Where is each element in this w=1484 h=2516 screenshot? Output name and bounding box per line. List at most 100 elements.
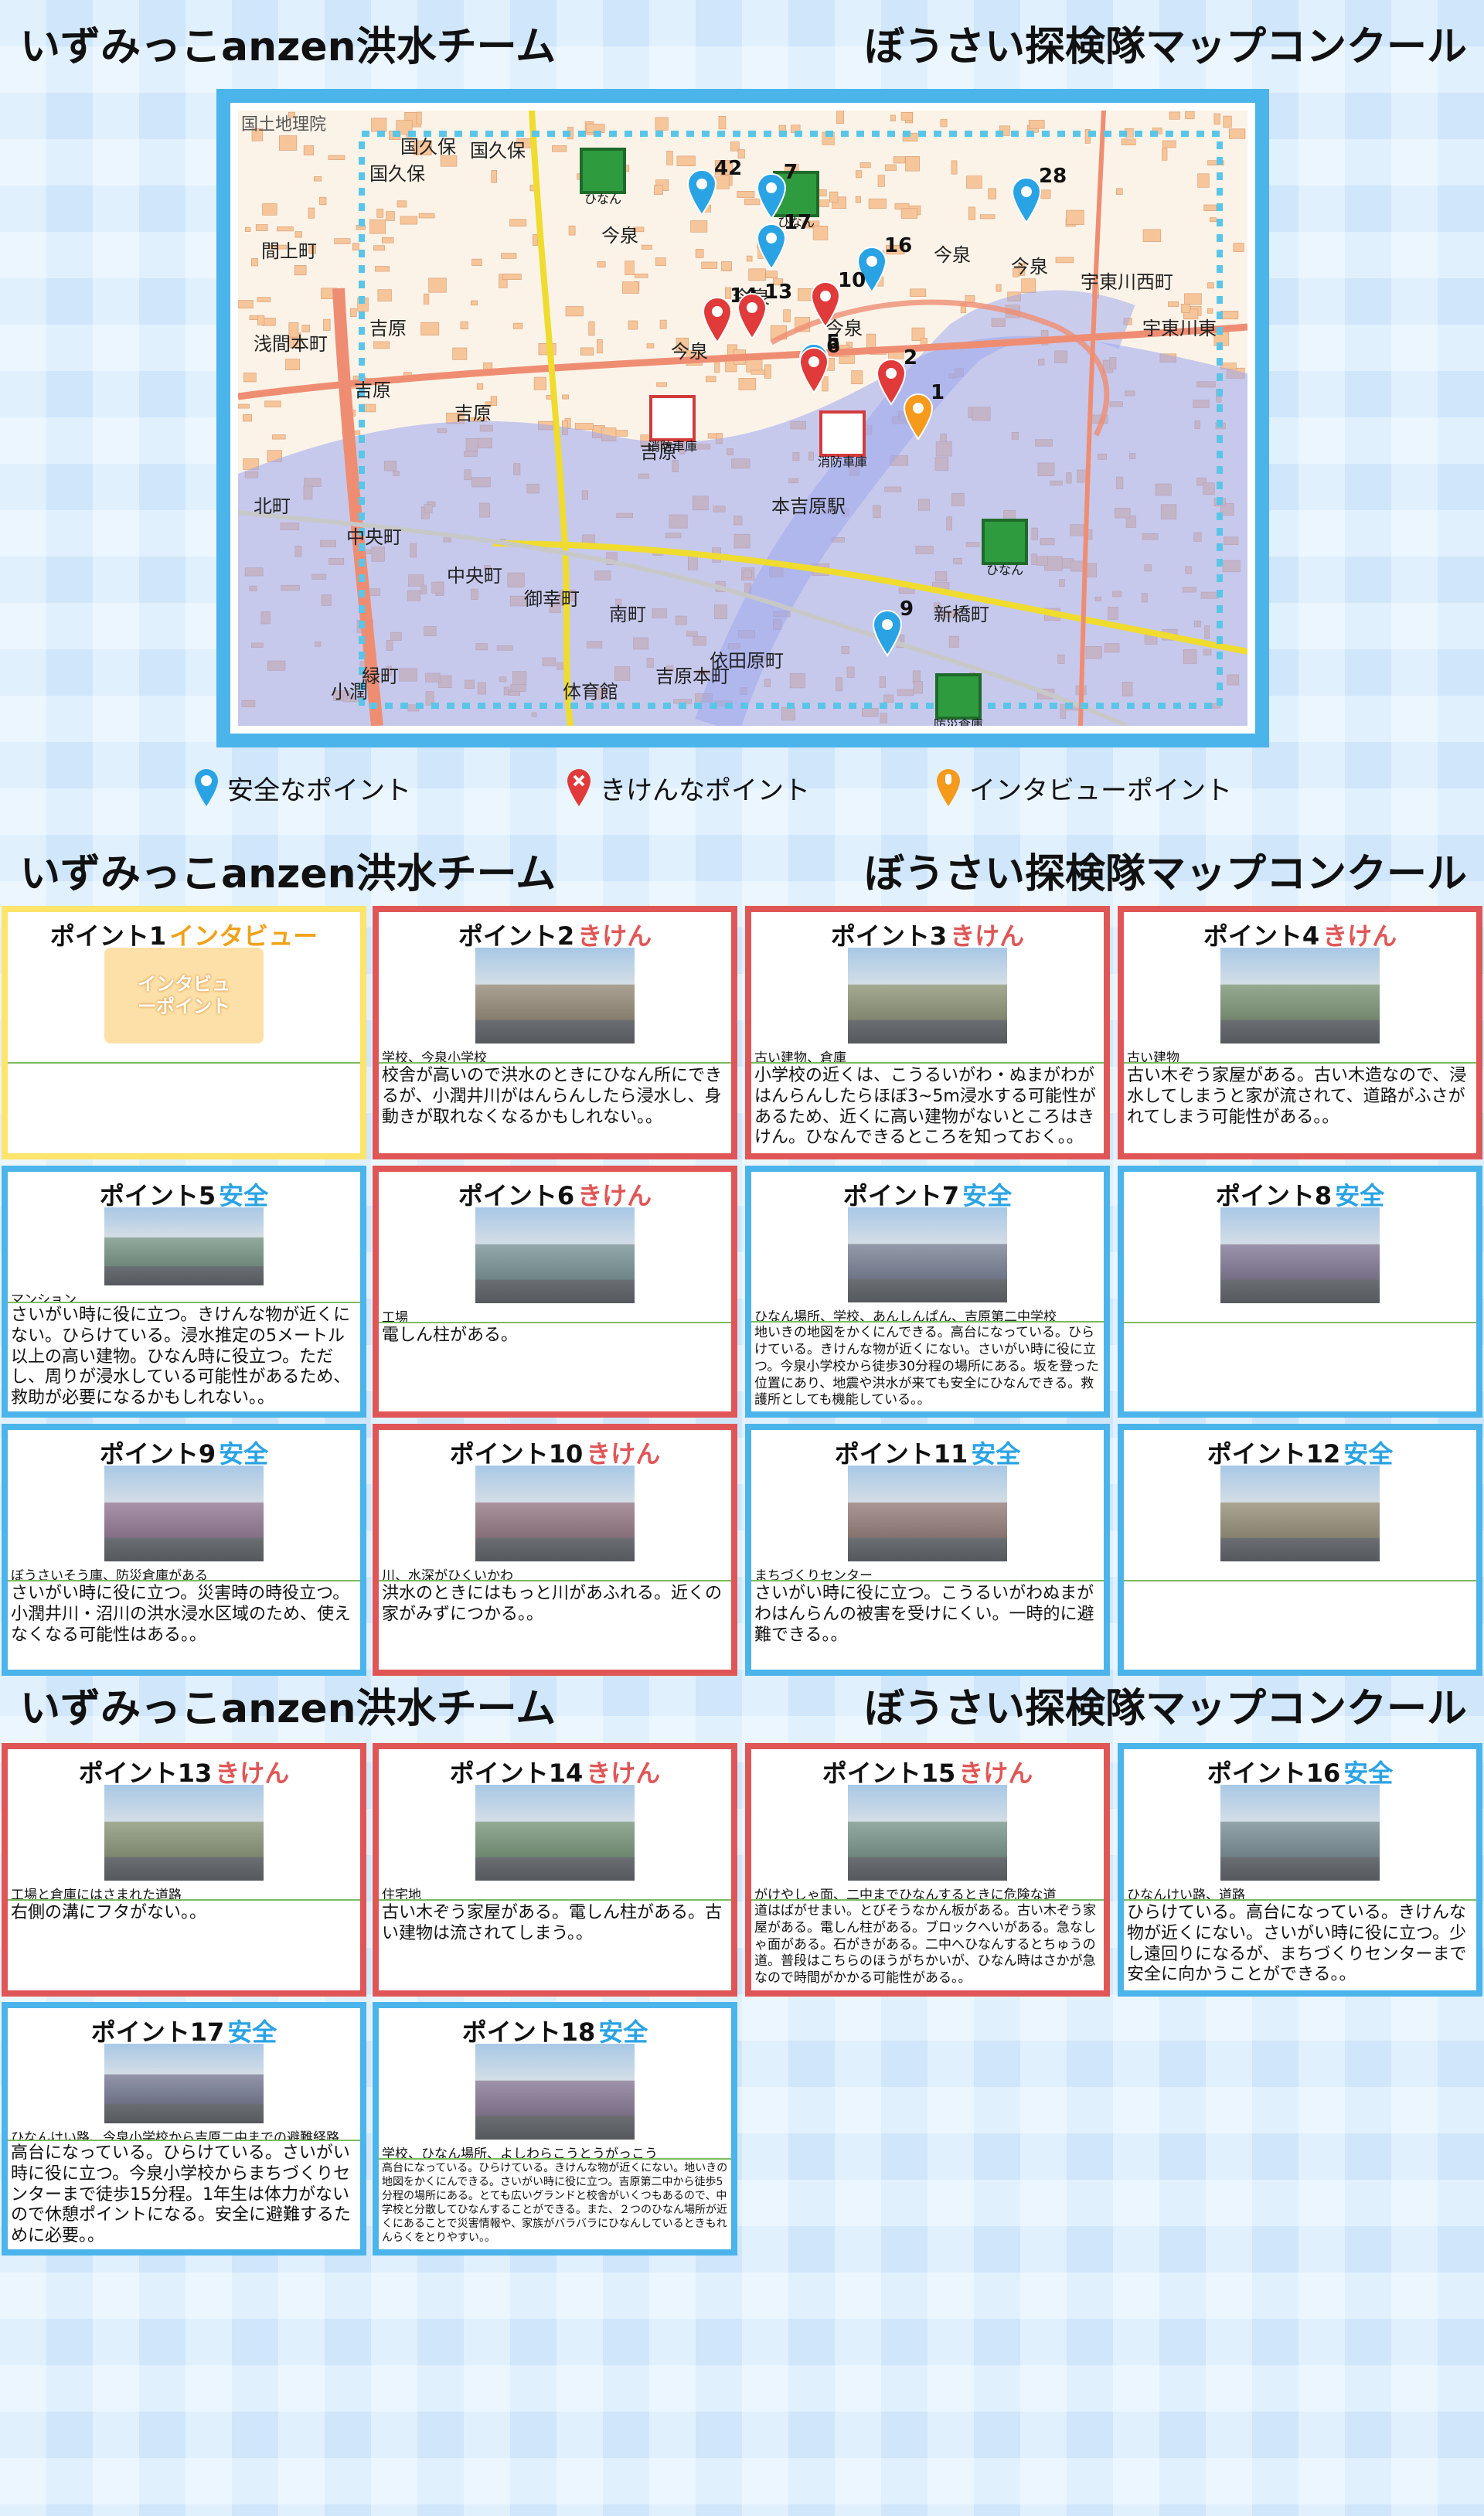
map-place-label: 中央町 [447,565,502,587]
legend-interview: インタビューポイント [935,768,1232,808]
point-category: 学校、ひなん場所、よしわらこうとうがっこう [379,2140,731,2160]
facility-label: ひなん [986,563,1023,577]
point-card[interactable]: ポイント14 きけん 住宅地 古い木ぞう家屋がある。電しん柱がある。古い建物は流されて… [373,1743,737,1997]
point-card[interactable]: ポイント5 安全 マンション さいがい時に役に立つ。きけんな物が近くにない。ひらけてい… [2,1166,366,1418]
map-place-label: 南町 [609,604,646,625]
point-number: ポイント17 [90,2017,225,2047]
point-card[interactable]: ポイント16 安全 ひなんけい路、道路 ひらけている。高台になっている。きけんな物が近… [1118,1743,1482,1997]
point-card-title: ポイント8 安全 [1124,1172,1476,1210]
map-place-label: 国久保 [369,163,425,185]
point-number: ポイント9 [99,1439,216,1469]
facility-marker[interactable]: ひなん [580,148,626,206]
map-place-label: 中央町 [346,526,402,548]
point-card[interactable]: ポイント1 インタビュー インタビュ ーポイント [2,906,366,1159]
point-kind: きけん [577,921,652,951]
point-card-title: ポイント13 きけん [8,1749,360,1788]
facility-marker[interactable]: 防災倉庫 [934,673,983,726]
map-pin-number: 9 [900,598,914,621]
point-card[interactable]: ポイント4 きけん 古い建物 古い木ぞう家屋がある。古い木造なので、浸水してしまうと家… [1118,906,1482,1159]
facility-marker[interactable]: 消防車庫 [818,410,867,469]
point-category: 古い建物、倉庫 [751,1044,1104,1064]
point-card-title: ポイント11 安全 [751,1430,1104,1469]
interview-badge: インタビュ ーポイント [104,948,264,1044]
point-number: ポイント18 [461,2017,596,2047]
facility-marker[interactable]: 消防車庫 [648,395,697,454]
point-card-title: ポイント16 安全 [1124,1749,1476,1788]
point-photo [848,948,1007,1044]
interview-pin-icon [937,769,960,806]
facility-label: ひなん [584,192,621,206]
point-category [1124,1561,1476,1581]
point-kind: 安全 [227,2017,277,2047]
contest-name: ぼうさい探検隊マップコンクール [863,1685,1467,1732]
hazard-map[interactable]: 国久保国久保国久保今泉間上町浅間本町吉原吉原吉原吉原今泉今泉今泉今泉今泉宇東川西… [216,89,1269,747]
point-card[interactable]: ポイント9 安全ぼうさいそう庫、防災倉庫があるさいがい時に役に立つ。災害時の時役立… [2,1424,366,1676]
legend-danger-label: きけんなポイント [600,775,810,806]
point-photo [1220,1466,1380,1561]
point-kind: 安全 [219,1181,269,1210]
point-category [1124,1303,1476,1323]
point-photo [475,2044,635,2140]
point-category: 川、水深がひくいかわ [379,1561,731,1581]
legend-safe-label: 安全なポイント [227,775,411,806]
point-category [8,1044,360,1064]
point-number: ポイント12 [1207,1439,1341,1469]
point-photo [848,1785,1007,1881]
map-place-label: 国久保 [470,140,526,162]
point-card[interactable]: ポイント2 きけん 学校、今泉小学校 校舎が高いので洪水のときにひなん所にできるが、小… [373,906,737,1159]
point-description: 古い木ぞう家屋がある。古い木造なので、浸水してしまうと家が流されて、道路がふさが… [1127,1066,1467,1127]
team-name: いずみっこanzen洪水チーム [20,850,556,897]
point-category: まちづくりセンター [751,1561,1104,1581]
point-kind: 安全 [219,1439,269,1469]
point-card-title: ポイント15 きけん [751,1749,1104,1788]
point-description: 地いきの地図をかくにんできる。高台になっている。ひらけている。きけんな物が近くに… [754,1325,1099,1408]
team-name: いずみっこanzen洪水チーム [20,23,556,70]
point-number: ポイント4 [1203,921,1320,951]
point-photo [848,1207,1007,1303]
point-card[interactable]: ポイント3 きけん 古い建物、倉庫 小学校の近くは、こうるいがわ・ぬまがわがはんらんし… [745,906,1110,1159]
map-place-label: 本吉原駅 [771,495,846,517]
map-pin-number: 2 [904,346,917,369]
point-description: さいがい時に役に立つ。災害時の時役立つ。小潤井川・沼川の洪水浸水区域のため、使え… [11,1584,352,1645]
point-description: 古い木ぞう家屋がある。電しん柱がある。古い建物は流されてしまう。。 [382,1903,723,1943]
point-card[interactable]: ポイント12 安全 [1118,1424,1482,1676]
point-photo [848,1466,1007,1561]
point-description: さいがい時に役に立つ。きけんな物が近くにない。ひらけている。浸水推定の5メートル… [11,1305,351,1408]
map-place-label: 吉原 [454,403,492,424]
point-card[interactable]: ポイント8 安全 [1118,1166,1482,1418]
point-number: ポイント5 [99,1181,216,1210]
point-card[interactable]: ポイント7 安全 ひなん場所、学校、あんしんぱん、吉原第二中学校 地いきの地図をかくに… [745,1166,1110,1418]
point-card[interactable]: ポイント18 安全 学校、ひなん場所、よしわらこうとうがっこう 高台になっている。ひら… [373,2002,737,2256]
point-card[interactable]: ポイント15 きけん がけやしゃ面、二中までひなんするときに危険な道 道はばがせまい。… [745,1743,1110,1997]
point-card[interactable]: ポイント17 安全 ひなんけい路、今泉小学校から吉原二中までの避難経路 高台になってい… [2,2002,366,2256]
map-place-label: 吉原 [369,318,407,339]
point-description [8,1064,360,1068]
point-category: がけやしゃ面、二中までひなんするときに危険な道 [751,1881,1104,1901]
map-place-label: 吉原 [354,380,391,401]
map-place-label: 宇東川東 [1142,318,1217,339]
point-number: ポイント8 [1215,1181,1333,1210]
map-place-label: 浅間本町 [254,333,328,355]
map-pin-number: 17 [784,211,812,234]
point-number: ポイント7 [842,1181,960,1210]
point-kind: 安全 [971,1439,1021,1469]
point-card[interactable]: ポイント11 安全 まちづくりセンター さいがい時に役に立つ。こうるいがわぬまがわはん… [745,1424,1110,1676]
point-category: ぼうさいそう庫、防災倉庫がある [8,1561,360,1581]
point-number: ポイント6 [458,1181,575,1210]
legend-safe: 安全なポイント [193,768,411,808]
point-photo [104,1466,264,1561]
point-category: 学校、今泉小学校 [379,1044,731,1064]
point-kind: きけん [586,1758,661,1788]
facility-label: 消防車庫 [648,439,697,454]
point-kind: 安全 [962,1181,1013,1210]
map-pin-number: 10 [838,269,866,292]
point-card[interactable]: ポイント6 きけん 工場 電しん柱がある。 [373,1166,737,1418]
facility-marker[interactable]: ひなん [982,519,1028,577]
point-card-title: ポイント2 きけん [379,912,731,951]
point-card[interactable]: ポイント13 きけん 工場と倉庫にはさまれた道路 右側の溝にフタがない。。 [2,1743,366,1997]
map-canvas[interactable]: 国久保国久保国久保今泉間上町浅間本町吉原吉原吉原吉原今泉今泉今泉今泉今泉宇東川西… [230,103,1255,734]
point-card[interactable]: ポイント10 きけん 川、水深がひくいかわ 洪水のときにはもっと川があふれる。近くの家… [373,1424,737,1676]
point-card-title: ポイント10 きけん [379,1430,731,1469]
point-card-title: ポイント18 安全 [379,2008,731,2047]
point-number: ポイント3 [830,921,948,951]
